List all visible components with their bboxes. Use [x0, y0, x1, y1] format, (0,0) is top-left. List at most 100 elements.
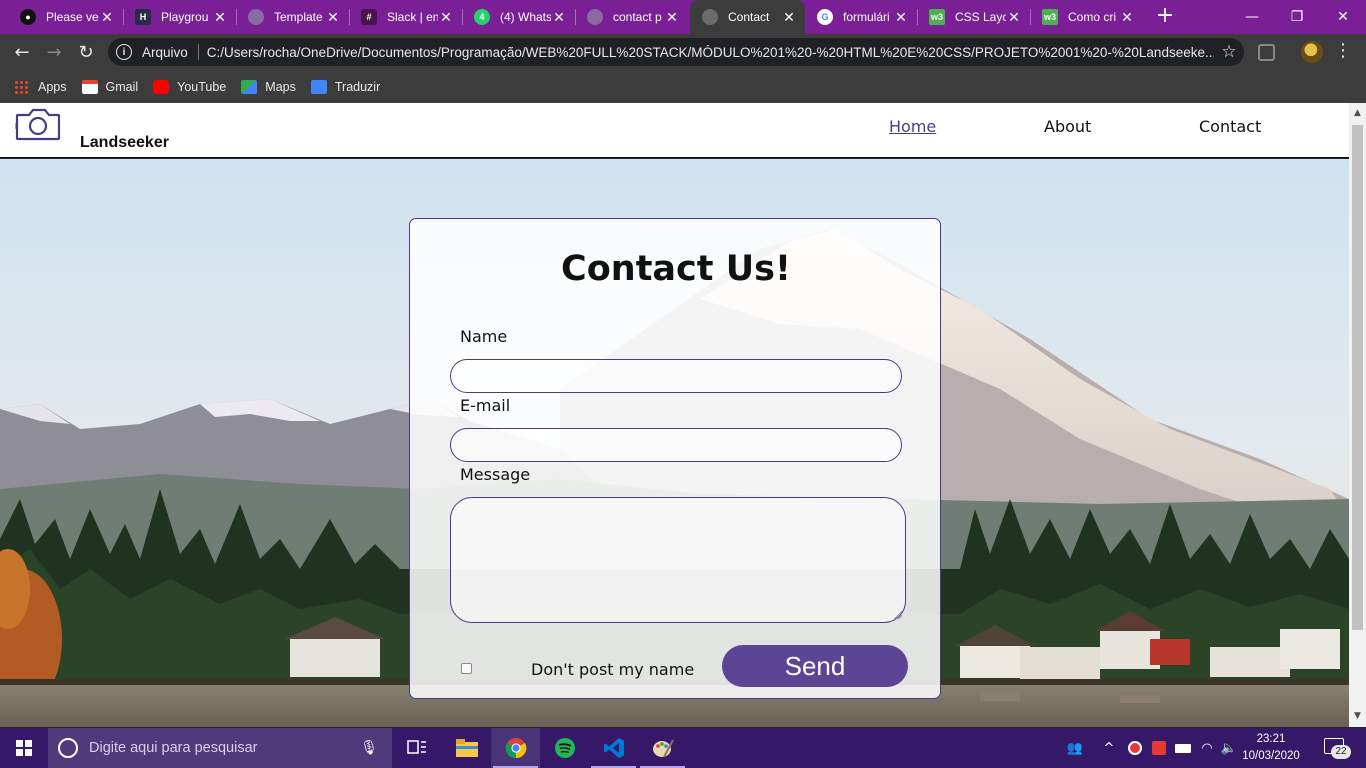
page-scrollbar[interactable]: ▲ ▼	[1349, 103, 1366, 727]
message-label: Message	[460, 465, 531, 484]
close-icon[interactable]: ✕	[99, 9, 115, 26]
clock-date: 10/03/2020	[1242, 750, 1300, 762]
tab-formulario[interactable]: G formulári ✕	[805, 0, 917, 34]
wifi-icon[interactable]: ◠	[1196, 728, 1218, 768]
bookmark-label: YouTube	[177, 79, 227, 94]
bookmarks-bar: Apps Gmail YouTube Maps Traduzir	[0, 70, 1366, 103]
tab-title: CSS Layo	[955, 10, 1006, 24]
bookmark-youtube[interactable]: YouTube	[153, 79, 227, 94]
name-input[interactable]	[450, 359, 902, 393]
close-icon[interactable]: ✕	[893, 9, 909, 26]
bookmark-label: Maps	[265, 79, 296, 94]
nav-contact[interactable]: Contact	[1199, 117, 1261, 136]
antivirus-tray-icon[interactable]	[1124, 728, 1146, 768]
bookmark-traduzir[interactable]: Traduzir	[310, 79, 380, 94]
window-close-button[interactable]: ✕	[1318, 0, 1366, 34]
close-icon[interactable]: ✕	[1119, 9, 1135, 26]
address-scheme: Arquivo	[142, 44, 188, 60]
minimize-button[interactable]: —	[1227, 0, 1277, 34]
restore-button[interactable]: ❐	[1272, 0, 1322, 34]
nav-about[interactable]: About	[1044, 117, 1091, 136]
tab-css-layout[interactable]: w3 CSS Layo ✕	[917, 0, 1030, 34]
tab-title: Template	[274, 10, 323, 24]
profile-avatar[interactable]	[1301, 41, 1323, 63]
site-brand[interactable]: Landseeker	[80, 134, 169, 152]
bookmark-gmail[interactable]: Gmail	[81, 79, 139, 94]
show-hidden-icons-icon[interactable]: ^	[1100, 728, 1118, 768]
paint-icon[interactable]	[638, 728, 687, 768]
tab-title: Playgrou	[161, 10, 209, 24]
playground-icon: H	[135, 9, 151, 25]
info-icon[interactable]: i	[116, 44, 132, 60]
tab-title: Como cri	[1068, 10, 1117, 24]
volume-icon[interactable]: 🔈	[1218, 728, 1240, 768]
globe-icon	[587, 9, 603, 25]
extension-icon[interactable]	[1258, 44, 1275, 61]
taskbar-clock[interactable]: 23:21 10/03/2020	[1238, 731, 1304, 765]
app-tray-icon[interactable]	[1148, 728, 1170, 768]
tab-playground[interactable]: H Playgrou ✕	[123, 0, 236, 34]
forward-button[interactable]: →	[40, 38, 68, 66]
chrome-icon[interactable]	[491, 728, 540, 768]
youtube-icon	[153, 79, 170, 94]
email-label: E-mail	[460, 396, 511, 415]
tab-template[interactable]: Template ✕	[236, 0, 349, 34]
close-icon[interactable]: ✕	[1006, 9, 1022, 26]
close-icon[interactable]: ✕	[212, 9, 228, 26]
bookmark-label: Gmail	[105, 79, 139, 94]
action-center-icon[interactable]: 22	[1324, 738, 1351, 759]
reload-button[interactable]: ↻	[72, 38, 100, 66]
tab-contact-active[interactable]: Contact ✕	[690, 0, 805, 34]
tab-please-ve[interactable]: ● Please ve ✕	[8, 0, 123, 34]
w3schools-icon: w3	[1042, 9, 1058, 25]
dont-post-name-checkbox[interactable]	[461, 663, 472, 674]
slack-icon: #	[361, 9, 377, 25]
tab-whatsapp[interactable]: 4 (4) Whats ✕	[462, 0, 575, 34]
close-icon[interactable]: ✕	[664, 9, 680, 26]
tab-title: Contact	[728, 10, 770, 24]
scroll-down-arrow-icon[interactable]: ▼	[1353, 712, 1362, 721]
address-bar[interactable]: i Arquivo C:/Users/rocha/OneDrive/Docume…	[108, 38, 1244, 66]
github-icon: ●	[20, 9, 36, 25]
bookmark-star-icon[interactable]: ☆	[1214, 42, 1244, 62]
windows-logo-icon	[16, 740, 32, 756]
camera-logo-icon[interactable]	[15, 107, 61, 141]
chrome-menu-icon[interactable]: ⋮	[1334, 40, 1352, 61]
microphone-icon[interactable]: 🎙	[360, 739, 378, 756]
battery-icon[interactable]	[1172, 728, 1194, 768]
browser-tabstrip: ● Please ve ✕ H Playgrou ✕ Template ✕ # …	[0, 0, 1366, 34]
address-url[interactable]: C:/Users/rocha/OneDrive/Documentos/Progr…	[207, 45, 1214, 60]
back-button[interactable]: ←	[8, 38, 36, 66]
tab-slack[interactable]: # Slack | en ✕	[349, 0, 462, 34]
people-icon[interactable]: 👥	[1064, 728, 1086, 768]
scroll-up-arrow-icon[interactable]: ▲	[1353, 109, 1362, 118]
bookmark-maps[interactable]: Maps	[241, 79, 296, 94]
scrollbar-thumb[interactable]	[1352, 125, 1363, 630]
close-icon[interactable]: ✕	[781, 9, 797, 26]
nav-home[interactable]: Home	[889, 117, 936, 136]
file-explorer-icon[interactable]	[442, 728, 491, 768]
vscode-icon[interactable]	[589, 728, 638, 768]
task-view-icon[interactable]	[392, 728, 441, 768]
close-icon[interactable]: ✕	[438, 9, 454, 26]
spotify-icon[interactable]	[540, 728, 589, 768]
bookmark-label: Apps	[38, 79, 67, 94]
browser-toolbar: ← → ↻ i Arquivo C:/Users/rocha/OneDrive/…	[0, 34, 1366, 70]
start-button[interactable]	[0, 728, 48, 768]
send-button[interactable]: Send	[722, 645, 908, 687]
form-title: Contact Us!	[561, 249, 791, 289]
bookmark-apps[interactable]: Apps	[14, 79, 67, 94]
message-textarea[interactable]	[450, 497, 906, 623]
clock-time: 23:21	[1256, 733, 1286, 745]
new-tab-button[interactable]: +	[1153, 4, 1177, 28]
close-icon[interactable]: ✕	[551, 9, 567, 26]
globe-icon	[702, 9, 718, 25]
resize-handle-icon[interactable]	[894, 611, 902, 619]
email-input[interactable]	[450, 428, 902, 462]
tab-contact-p[interactable]: contact p ✕	[575, 0, 688, 34]
close-icon[interactable]: ✕	[325, 9, 341, 26]
cortana-icon	[58, 738, 78, 758]
maps-icon	[241, 79, 258, 94]
tab-como-criar[interactable]: w3 Como cri ✕	[1030, 0, 1143, 34]
taskbar-search[interactable]: Digite aqui para pesquisar 🎙	[48, 728, 392, 768]
